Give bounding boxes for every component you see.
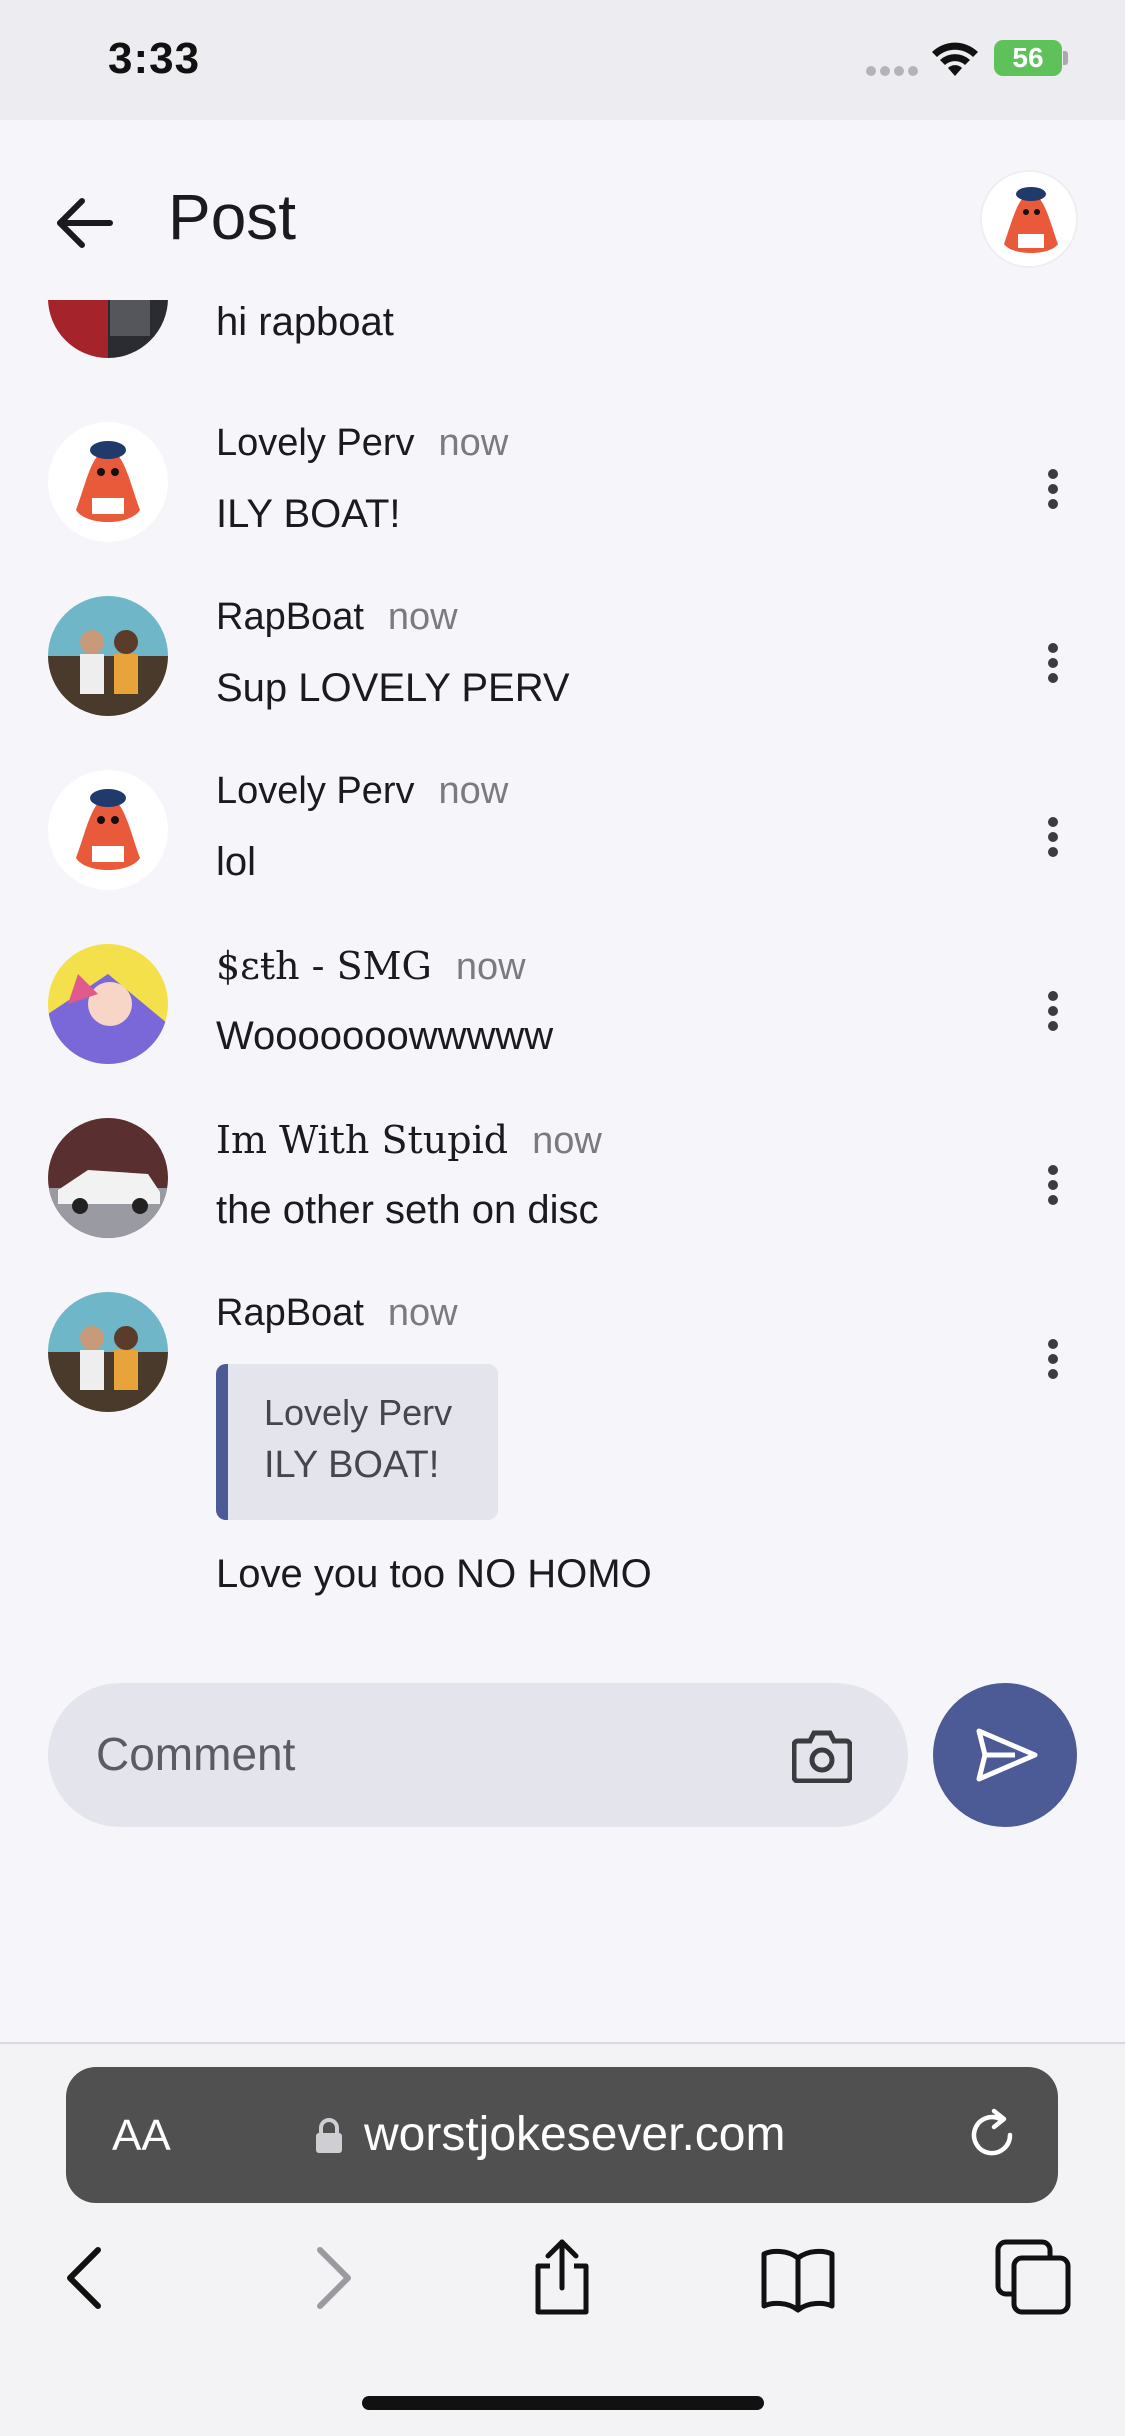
more-options-button[interactable] <box>1038 1334 1068 1384</box>
back-arrow-icon[interactable] <box>52 190 118 256</box>
comment-time: now <box>438 770 509 812</box>
quoted-comment[interactable]: Lovely Perv ILY BOAT! <box>216 1364 498 1520</box>
comment-text: Love you too NO HOMO <box>216 1552 652 1596</box>
send-button[interactable] <box>933 1683 1077 1827</box>
status-time: 3:33 <box>108 34 201 83</box>
comment-header: Lovely Perv now <box>216 422 508 465</box>
comments-list: hi rapboat Lovely Perv now ILY BOAT! Rap… <box>0 300 1125 1640</box>
avatar[interactable] <box>48 1292 168 1412</box>
avatar[interactable] <box>48 596 168 716</box>
comment-composer <box>48 1683 908 1827</box>
photo-avatar-icon <box>48 1292 168 1412</box>
cartoon-avatar-icon <box>48 422 168 542</box>
quoted-author: Lovely Perv <box>264 1392 453 1433</box>
comment-author[interactable]: $εŧh - SMG <box>216 944 432 988</box>
cellular-signal-icon <box>866 66 920 78</box>
comment-item: $εŧh - SMG now Wooooooowwwww <box>0 944 1125 1094</box>
send-icon <box>976 1728 1038 1782</box>
comment-item: hi rapboat <box>0 300 1125 380</box>
comment-item: Im With Stupid now the other seth on disc <box>0 1118 1125 1268</box>
comment-text: the other seth on disc <box>216 1188 599 1232</box>
avatar[interactable] <box>48 422 168 542</box>
comment-time: now <box>438 422 509 464</box>
comment-header: Im With Stupid now <box>216 1118 602 1163</box>
anime-avatar-icon <box>48 944 168 1064</box>
comment-item: Lovely Perv now lol <box>0 770 1125 920</box>
book-icon[interactable] <box>758 2238 838 2318</box>
chevron-left-icon[interactable] <box>48 2238 128 2318</box>
comment-time: now <box>387 1292 458 1334</box>
comment-header: RapBoat now <box>216 1292 458 1335</box>
photo-avatar-icon <box>48 300 168 358</box>
comment-author[interactable]: Lovely Perv <box>216 770 415 812</box>
status-bar: 3:33 56 <box>0 0 1125 120</box>
wifi-icon <box>932 42 978 76</box>
comment-header: RapBoat now <box>216 596 458 639</box>
more-options-button[interactable] <box>1038 464 1068 514</box>
lock-icon <box>316 2118 342 2153</box>
more-options-button[interactable] <box>1038 986 1068 1036</box>
address-bar[interactable]: AA worstjokesever.com <box>66 2067 1058 2203</box>
comment-text: hi rapboat <box>216 300 394 344</box>
reader-settings-button[interactable]: AA <box>112 2111 171 2161</box>
comment-item: Lovely Perv now ILY BOAT! <box>0 422 1125 572</box>
comment-input[interactable] <box>96 1727 796 1781</box>
camera-icon[interactable] <box>792 1727 852 1783</box>
home-indicator <box>362 2396 764 2410</box>
page-title: Post <box>168 181 297 253</box>
comment-text: Sup LOVELY PERV <box>216 666 570 710</box>
comment-text: Wooooooowwwww <box>216 1014 554 1058</box>
photo-avatar-icon <box>48 596 168 716</box>
avatar[interactable] <box>48 944 168 1064</box>
url-text[interactable]: worstjokesever.com <box>364 2107 785 2162</box>
battery-indicator: 56 <box>994 40 1062 76</box>
share-icon[interactable] <box>522 2238 602 2318</box>
comment-author[interactable]: RapBoat <box>216 596 364 638</box>
more-options-button[interactable] <box>1038 1160 1068 1210</box>
comment-header: $εŧh - SMG now <box>216 944 526 989</box>
cartoon-avatar-icon <box>982 172 1076 266</box>
comment-item: RapBoat now Lovely Perv ILY BOAT! Love yo… <box>0 1292 1125 1612</box>
battery-tip <box>1063 51 1068 65</box>
avatar[interactable] <box>48 300 168 358</box>
comment-author[interactable]: Im With Stupid <box>216 1118 508 1162</box>
user-avatar[interactable] <box>980 170 1078 268</box>
comment-time: now <box>455 946 526 988</box>
more-options-button[interactable] <box>1038 812 1068 862</box>
reload-icon[interactable] <box>964 2107 1020 2163</box>
comment-author[interactable]: Lovely Perv <box>216 422 415 464</box>
avatar[interactable] <box>48 770 168 890</box>
more-options-button[interactable] <box>1038 638 1068 688</box>
quote-accent-bar <box>216 1364 228 1520</box>
comment-item: RapBoat now Sup LOVELY PERV <box>0 596 1125 746</box>
chevron-right-icon[interactable] <box>290 2238 370 2318</box>
car-avatar-icon <box>48 1118 168 1238</box>
comment-text: lol <box>216 840 257 884</box>
comment-time: now <box>387 596 458 638</box>
avatar[interactable] <box>48 1118 168 1238</box>
comment-header: Lovely Perv now <box>216 770 508 813</box>
tabs-icon[interactable] <box>994 2238 1074 2318</box>
quoted-text: ILY BOAT! <box>264 1444 440 1486</box>
comment-author[interactable]: RapBoat <box>216 1292 364 1334</box>
cartoon-avatar-icon <box>48 770 168 890</box>
comment-time: now <box>532 1120 602 1162</box>
app-header: Post <box>0 120 1125 310</box>
comment-text: ILY BOAT! <box>216 492 401 536</box>
